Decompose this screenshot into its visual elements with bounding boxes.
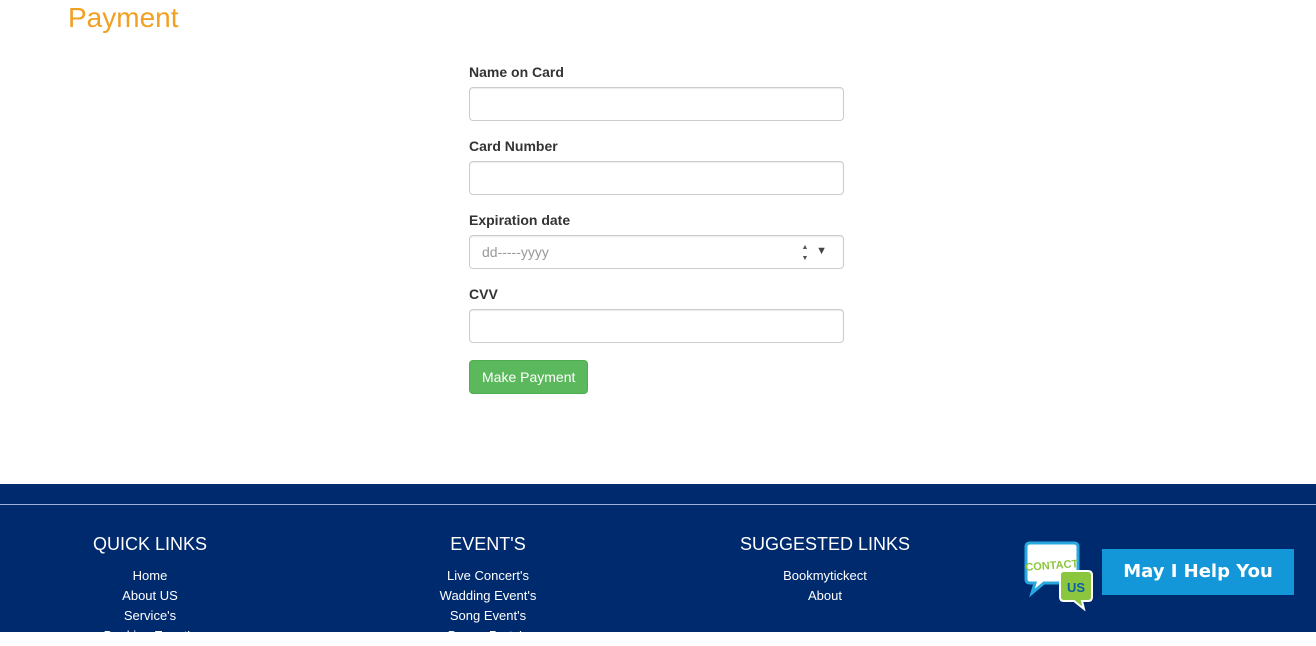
card-number-label: Card Number: [469, 138, 558, 154]
name-on-card-label: Name on Card: [469, 64, 564, 80]
payment-form: Name on Card Card Number Expiration date…: [469, 64, 844, 394]
expiration-date-label: Expiration date: [469, 212, 571, 228]
cvv-group: CVV: [469, 286, 844, 343]
footer-link-booking-events[interactable]: Booking Event's: [70, 626, 230, 646]
events-column: EVENT'S Live Concert's Wadding Event's S…: [408, 534, 568, 646]
card-number-input[interactable]: [469, 161, 844, 195]
footer-divider: [0, 504, 1316, 505]
cvv-input[interactable]: [469, 309, 844, 343]
suggested-links-title: SUGGESTED LINKS: [739, 534, 911, 554]
contact-us-icon[interactable]: CONTACT US: [1022, 541, 1096, 611]
footer-link-dance-party[interactable]: Dance Party's: [408, 626, 568, 646]
make-payment-button[interactable]: Make Payment: [469, 360, 589, 394]
footer-link-about-us[interactable]: About US: [70, 586, 230, 606]
footer-link-bookmytickect[interactable]: Bookmytickect: [725, 566, 925, 586]
expiration-group: Expiration date dd-----yyyy ▲ ▼ ▼: [469, 212, 844, 269]
footer-link-about[interactable]: About: [725, 586, 925, 606]
dropdown-arrow-icon[interactable]: ▼: [816, 245, 827, 257]
suggested-links-column: SUGGESTED LINKS Bookmytickect About: [725, 534, 925, 606]
may-i-help-you-button[interactable]: May I Help You: [1102, 549, 1294, 595]
footer-link-song-events[interactable]: Song Event's: [408, 606, 568, 626]
name-group: Name on Card: [469, 64, 844, 121]
us-badge-text: US: [1067, 580, 1085, 595]
name-on-card-input[interactable]: [469, 87, 844, 121]
footer-link-live-concerts[interactable]: Live Concert's: [408, 566, 568, 586]
expiration-date-placeholder: dd-----yyyy: [482, 244, 549, 260]
quick-links-title: QUICK LINKS: [92, 534, 208, 554]
footer-link-home[interactable]: Home: [70, 566, 230, 586]
footer-link-services[interactable]: Service's: [70, 606, 230, 626]
page-title: Payment: [68, 2, 179, 33]
cvv-label: CVV: [469, 286, 498, 302]
card-number-group: Card Number: [469, 138, 844, 195]
quick-links-column: QUICK LINKS Home About US Service's Book…: [70, 534, 230, 646]
events-title: EVENT'S: [450, 534, 526, 554]
expiration-date-input[interactable]: dd-----yyyy ▲ ▼ ▼: [469, 235, 844, 269]
spinner-icon[interactable]: ▲ ▼: [799, 243, 811, 263]
footer-link-wadding-events[interactable]: Wadding Event's: [408, 586, 568, 606]
